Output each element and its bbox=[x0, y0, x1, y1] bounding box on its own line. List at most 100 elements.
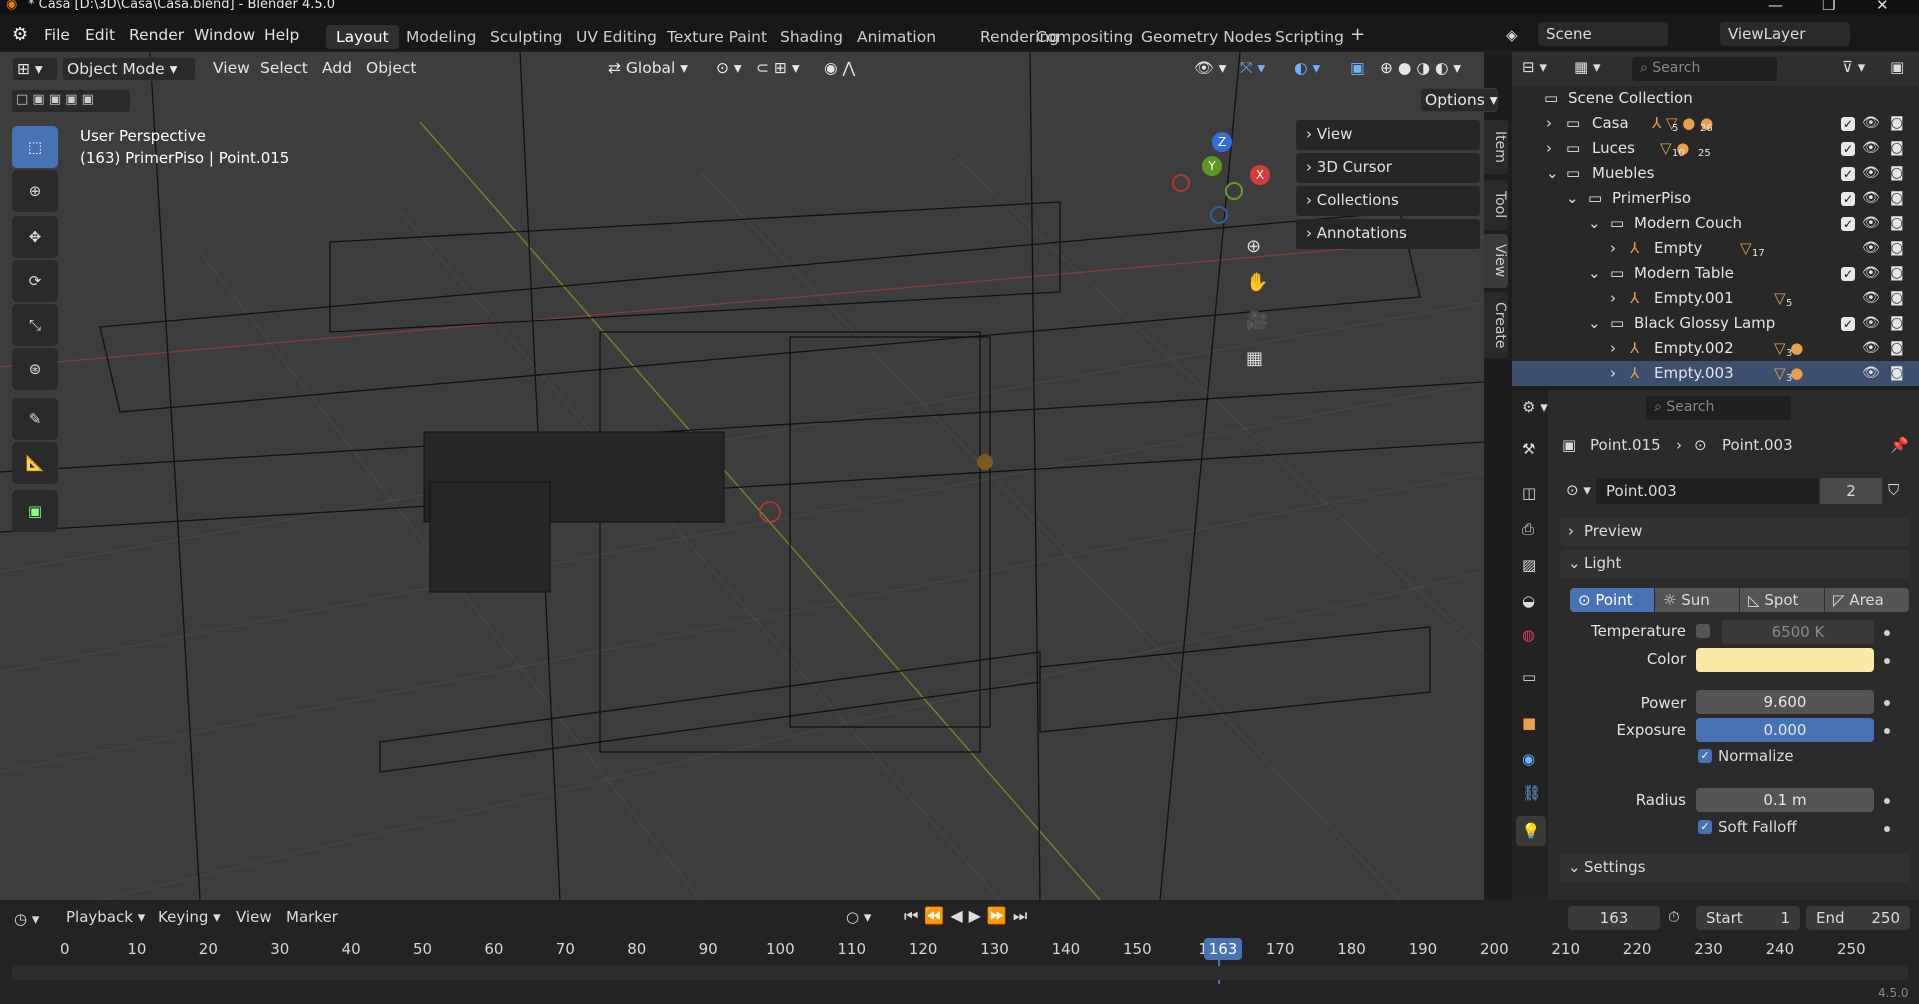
timeline-menu-marker[interactable]: Marker bbox=[286, 908, 338, 926]
user-count[interactable]: 2 bbox=[1820, 478, 1882, 504]
camera-icon[interactable]: ◙ bbox=[1890, 240, 1904, 256]
outliner-row-luces[interactable]: › ▭ Luces ▽ ● 10 25 bbox=[1512, 136, 1919, 161]
exposure-field[interactable]: 0.000 bbox=[1696, 718, 1874, 742]
datablock-type-icon[interactable]: ⊙ ▾ bbox=[1566, 481, 1591, 499]
eye-icon[interactable]: 👁 bbox=[1862, 190, 1880, 206]
camera-icon[interactable]: ◙ bbox=[1890, 265, 1904, 281]
tab-item[interactable]: Item bbox=[1484, 120, 1508, 174]
tab-tool[interactable]: Tool bbox=[1484, 180, 1508, 230]
light-type-point[interactable]: ⊙ Point bbox=[1570, 588, 1654, 612]
outliner-row-modern-table[interactable]: ⌄ ▭ Modern Table bbox=[1512, 261, 1919, 286]
eye-icon[interactable]: 👁 bbox=[1862, 290, 1880, 306]
proportional-edit-icon[interactable]: ◉ ⋀ bbox=[820, 57, 859, 81]
outliner-row-empty-001[interactable]: › ⅄ Empty.001 ▽ 5 bbox=[1512, 286, 1919, 311]
outliner-row-muebles[interactable]: ⌄ ▭ Muebles bbox=[1512, 161, 1919, 186]
eye-icon[interactable]: 👁 bbox=[1862, 240, 1880, 256]
outliner-row-modern-couch[interactable]: ⌄ ▭ Modern Couch bbox=[1512, 211, 1919, 236]
scene-selector[interactable]: Scene bbox=[1538, 22, 1668, 46]
camera-icon[interactable]: ◙ bbox=[1890, 190, 1904, 206]
pan-hand-icon[interactable]: ✋ bbox=[1246, 272, 1268, 293]
grid-perspective-icon[interactable]: ▦ bbox=[1246, 348, 1263, 369]
exclude-checkbox[interactable]: ✓ bbox=[1841, 142, 1855, 156]
tab-scripting[interactable]: Scripting bbox=[1275, 28, 1344, 46]
maximize-icon[interactable]: ❐ bbox=[1822, 0, 1835, 14]
keyframe-dot[interactable] bbox=[1884, 658, 1890, 664]
outliner-scene-collection[interactable]: ▭ Scene Collection bbox=[1512, 86, 1919, 111]
keyframe-dot[interactable] bbox=[1884, 826, 1890, 832]
temperature-field[interactable]: 6500 K bbox=[1722, 620, 1874, 644]
soft-falloff-checkbox[interactable]: ✓ bbox=[1698, 820, 1712, 834]
add-workspace-icon[interactable]: + bbox=[1350, 24, 1365, 45]
preview-panel[interactable]: › Preview bbox=[1560, 518, 1910, 546]
menu-window[interactable]: Window bbox=[194, 26, 255, 44]
eye-icon[interactable]: 👁 bbox=[1862, 165, 1880, 181]
npanel-view[interactable]: › View bbox=[1296, 120, 1480, 150]
tab-animation[interactable]: Animation bbox=[857, 28, 936, 46]
physics-tab-icon[interactable]: ◉ bbox=[1522, 750, 1535, 768]
world-tab-icon[interactable]: ◍ bbox=[1522, 626, 1535, 644]
exclude-checkbox[interactable]: ✓ bbox=[1841, 117, 1855, 131]
view-layer-tab-icon[interactable]: ▨ bbox=[1522, 556, 1536, 574]
radius-field[interactable]: 0.1 m bbox=[1696, 788, 1874, 812]
new-collection-icon[interactable]: ▣ bbox=[1890, 58, 1904, 76]
eye-icon[interactable]: 👁 bbox=[1862, 215, 1880, 231]
playback-controls-icon[interactable]: ⏮⏪◀▶⏩⏭ bbox=[904, 906, 1033, 926]
scale-tool[interactable]: ⤡ bbox=[12, 304, 58, 346]
view-layer-selector[interactable]: ViewLayer bbox=[1720, 22, 1850, 46]
select-box-tool[interactable]: ⬚ bbox=[12, 126, 58, 168]
annotate-tool[interactable]: ✎ bbox=[12, 398, 58, 440]
menu-help[interactable]: Help bbox=[264, 26, 299, 44]
menu-edit[interactable]: Edit bbox=[85, 26, 115, 44]
keyframe-dot[interactable] bbox=[1884, 728, 1890, 734]
shading-modes-icon[interactable]: ⊕ ● ◑ ◐ ▾ bbox=[1376, 57, 1465, 81]
stopwatch-icon[interactable]: ⏱ bbox=[1668, 908, 1680, 926]
orientation-selector[interactable]: ⇄ Global ▾ bbox=[604, 57, 692, 81]
outliner-row-empty-002[interactable]: › ⅄ Empty.002 ▽ ● 3 bbox=[1512, 336, 1919, 361]
render-tab-icon[interactable]: ◫ bbox=[1522, 484, 1536, 502]
keyframe-dot[interactable] bbox=[1884, 700, 1890, 706]
eye-icon[interactable]: 👁 bbox=[1862, 265, 1880, 281]
tab-create[interactable]: Create bbox=[1484, 292, 1508, 358]
playhead-frame[interactable]: 163 bbox=[1204, 938, 1242, 960]
settings-panel[interactable]: ⌄ Settings bbox=[1560, 854, 1910, 882]
light-color-swatch[interactable] bbox=[1696, 648, 1874, 672]
output-tab-icon[interactable]: ⎙ bbox=[1522, 520, 1534, 538]
outliner-row-empty[interactable]: › ⅄ Empty ▽ 17 bbox=[1512, 236, 1919, 261]
rotate-tool[interactable]: ⟳ bbox=[12, 260, 58, 302]
zoom-icon[interactable]: ⊕ bbox=[1246, 236, 1261, 257]
viewport-menu-view[interactable]: View bbox=[209, 57, 254, 81]
camera-icon[interactable]: ◙ bbox=[1890, 140, 1904, 156]
end-frame-field[interactable]: End 250 bbox=[1806, 906, 1910, 930]
tab-modeling[interactable]: Modeling bbox=[406, 28, 477, 46]
snap-icon[interactable]: ⊂ ⊞ ▾ bbox=[752, 57, 804, 81]
menu-file[interactable]: File bbox=[44, 26, 70, 44]
overlay-icon[interactable]: ◐ ▾ bbox=[1290, 57, 1324, 81]
constraints-tab-icon[interactable]: ⛓ bbox=[1522, 784, 1541, 802]
camera-view-icon[interactable]: 🎥 bbox=[1246, 310, 1268, 331]
exclude-checkbox[interactable]: ✓ bbox=[1841, 267, 1855, 281]
power-field[interactable]: 9.600 bbox=[1696, 690, 1874, 714]
gizmo-toggle-icon[interactable]: ⤧ ▾ bbox=[1236, 57, 1269, 81]
outliner-editor-icon[interactable]: ⊟ ▾ bbox=[1522, 58, 1547, 76]
gizmo-neg-z[interactable] bbox=[1210, 206, 1228, 224]
current-frame-field[interactable]: 163 bbox=[1568, 906, 1660, 930]
blender-menu-icon[interactable]: ⚙ bbox=[12, 24, 28, 45]
npanel-3d-cursor[interactable]: › 3D Cursor bbox=[1296, 153, 1480, 183]
navigation-gizmo[interactable]: Z Y X bbox=[1170, 130, 1280, 230]
light-type-spot[interactable]: ◺ Spot bbox=[1740, 588, 1824, 612]
viewport-menu-add[interactable]: Add bbox=[318, 57, 356, 81]
options-button[interactable]: Options ▾ bbox=[1420, 88, 1498, 112]
camera-icon[interactable]: ◙ bbox=[1890, 115, 1904, 131]
normalize-checkbox[interactable]: ✓ bbox=[1698, 749, 1712, 763]
timeline-menu-keying[interactable]: Keying ▾ bbox=[158, 908, 221, 926]
pin-icon[interactable]: 📌 bbox=[1890, 436, 1909, 454]
timeline-editor-icon[interactable]: ◷ ▾ bbox=[14, 910, 39, 928]
exclude-checkbox[interactable]: ✓ bbox=[1841, 217, 1855, 231]
pivot-icon[interactable]: ⊙ ▾ bbox=[712, 57, 746, 81]
camera-icon[interactable]: ◙ bbox=[1890, 165, 1904, 181]
properties-editor-icon[interactable]: ⚙ ▾ bbox=[1522, 398, 1548, 416]
camera-icon[interactable]: ◙ bbox=[1890, 290, 1904, 306]
outliner-row-casa[interactable]: › ▭ Casa ⅄ ▽ ● ● 5 26 bbox=[1512, 111, 1919, 136]
viewport-menu-select[interactable]: Select bbox=[256, 57, 312, 81]
measure-tool[interactable]: 📐 bbox=[12, 442, 58, 484]
